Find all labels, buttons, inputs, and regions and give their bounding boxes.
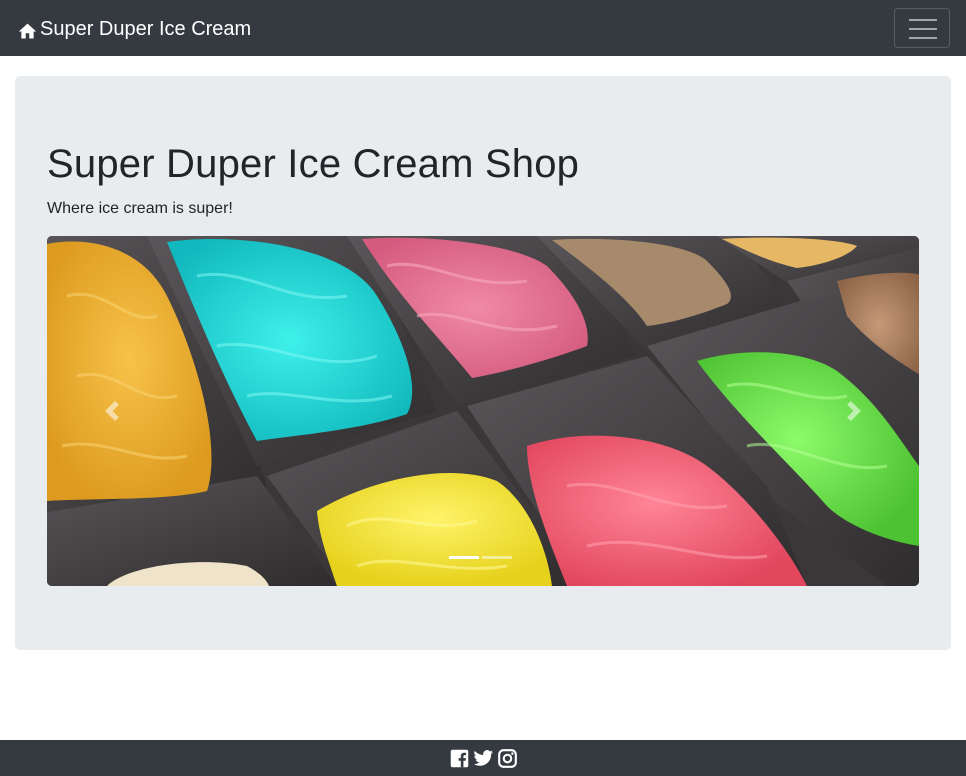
chevron-left-icon [105, 401, 119, 421]
chevron-right-icon [847, 401, 861, 421]
hamburger-menu-icon [909, 19, 937, 39]
image-carousel[interactable] [47, 236, 919, 586]
carousel-indicator-1[interactable] [449, 556, 479, 559]
footer [0, 740, 966, 776]
facebook-icon[interactable] [449, 748, 470, 769]
carousel-indicators [449, 556, 512, 559]
carousel-next-button[interactable] [789, 236, 919, 586]
navbar-toggler-button[interactable] [894, 8, 950, 48]
brand-link[interactable]: Super Duper Ice Cream [17, 14, 251, 44]
lead-text: Where ice cream is super! [47, 200, 233, 217]
jumbotron: Super Duper Ice Cream Shop Where ice cre… [15, 76, 951, 650]
navbar: Super Duper Ice Cream [0, 0, 966, 56]
carousel-prev-button[interactable] [47, 236, 177, 586]
instagram-icon[interactable] [497, 748, 518, 769]
carousel-indicator-2[interactable] [482, 556, 512, 559]
home-icon [18, 23, 37, 38]
brand-name: Super Duper Ice Cream [40, 17, 252, 40]
page-title: Super Duper Ice Cream Shop [47, 142, 580, 186]
twitter-icon[interactable] [473, 748, 494, 769]
